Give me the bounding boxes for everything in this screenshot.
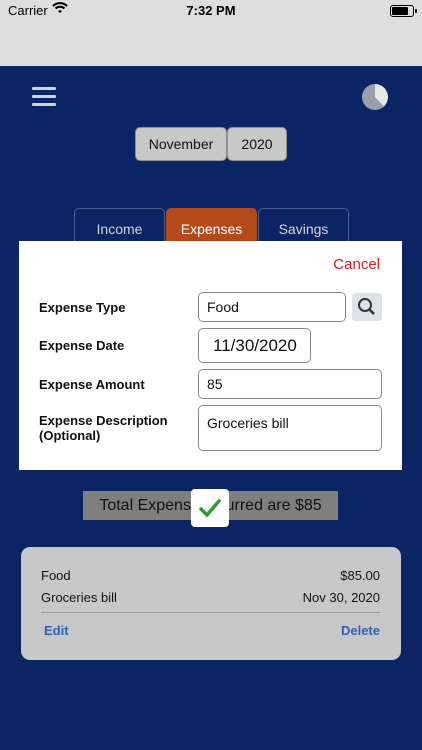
entry-date: Nov 30, 2020 — [302, 590, 380, 605]
edit-button[interactable]: Edit — [44, 623, 69, 638]
expense-type-label: Expense Type — [39, 300, 126, 315]
expense-description-label: Expense Description (Optional) — [39, 413, 168, 443]
search-button[interactable] — [352, 293, 382, 321]
entry-category: Food — [41, 568, 71, 583]
delete-button[interactable]: Delete — [341, 623, 380, 638]
battery-fill — [392, 7, 408, 15]
expense-date-field[interactable]: 11/30/2020 — [198, 328, 311, 363]
hamburger-menu-icon[interactable] — [32, 87, 56, 107]
expense-amount-label: Expense Amount — [39, 377, 145, 392]
battery-icon — [390, 5, 417, 17]
description-label-line1: Expense Description — [39, 413, 168, 428]
pie-chart-icon[interactable] — [362, 84, 388, 110]
clock: 7:32 PM — [186, 3, 236, 18]
expense-description-field[interactable]: Groceries bill — [198, 405, 382, 451]
expense-modal: Cancel Expense Type Food Expense Date 11… — [19, 241, 402, 470]
card-divider — [41, 612, 380, 613]
month-selector[interactable]: November — [135, 127, 227, 161]
navigation-bar — [0, 22, 422, 67]
expense-date-label: Expense Date — [39, 338, 125, 353]
cancel-button[interactable]: Cancel — [333, 256, 380, 273]
entry-description: Groceries bill — [41, 590, 117, 605]
expense-amount-field[interactable]: 85 — [198, 369, 382, 399]
expense-type-field[interactable]: Food — [198, 292, 346, 322]
checkmark-icon — [199, 499, 221, 517]
search-icon — [358, 298, 375, 315]
expense-entry-card: Food $85.00 Groceries bill Nov 30, 2020 … — [21, 547, 401, 660]
entry-amount: $85.00 — [340, 568, 380, 583]
description-label-line2: (Optional) — [39, 428, 101, 443]
year-selector[interactable]: 2020 — [227, 127, 287, 161]
status-bar: Carrier 7:32 PM — [0, 0, 422, 22]
save-button[interactable] — [191, 489, 229, 527]
